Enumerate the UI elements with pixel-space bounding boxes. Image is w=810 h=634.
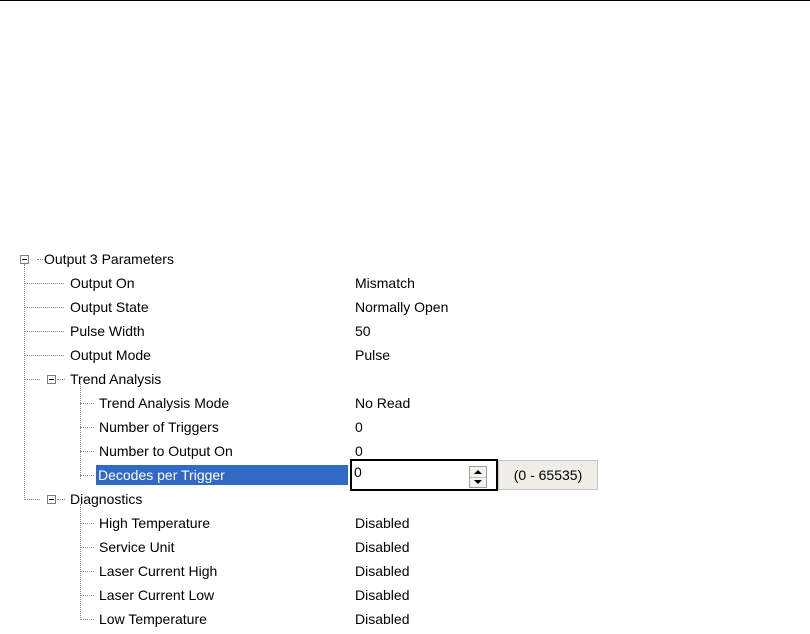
value-number-to-output-on[interactable]: 0	[355, 441, 363, 461]
tree-node-diagnostics[interactable]: Diagnostics	[70, 489, 142, 509]
tree-line	[24, 283, 64, 284]
tree-line	[80, 403, 94, 404]
tree-line	[24, 307, 64, 308]
tree-line	[80, 523, 94, 524]
tree-line-trend	[80, 384, 81, 479]
parameter-tree: Output 3 Parameters Output On Mismatch O…	[0, 0, 810, 634]
tree-item-high-temperature[interactable]: High Temperature	[99, 513, 210, 533]
tree-line	[80, 571, 94, 572]
collapse-diagnostics-icon[interactable]	[47, 495, 56, 504]
tree-line-diagnostics	[80, 504, 81, 620]
spin-down-arrow-icon	[474, 480, 482, 484]
tree-line	[24, 499, 40, 500]
tree-item-low-temperature[interactable]: Low Temperature	[99, 609, 207, 629]
decodes-per-trigger-input[interactable]	[354, 461, 464, 483]
tree-line-root	[24, 264, 25, 500]
collapse-trend-analysis-icon[interactable]	[47, 375, 56, 384]
tree-line	[57, 379, 65, 380]
value-laser-current-low[interactable]: Disabled	[355, 585, 409, 605]
tree-line	[57, 499, 65, 500]
value-output-on[interactable]: Mismatch	[355, 273, 415, 293]
value-laser-current-high[interactable]: Disabled	[355, 561, 409, 581]
tree-line	[80, 451, 94, 452]
tree-item-output-state[interactable]: Output State	[70, 297, 149, 317]
spin-control	[469, 466, 487, 488]
spin-up-arrow-icon	[474, 470, 482, 474]
value-pulse-width[interactable]: 50	[355, 321, 371, 341]
decodes-per-trigger-editor	[350, 459, 498, 491]
tree-line	[24, 355, 64, 356]
tree-item-service-unit[interactable]: Service Unit	[99, 537, 174, 557]
tree-line	[80, 619, 94, 620]
tree-item-output-on[interactable]: Output On	[70, 273, 135, 293]
tree-line	[80, 475, 94, 476]
value-trend-analysis-mode[interactable]: No Read	[355, 393, 410, 413]
spin-down-button[interactable]	[470, 477, 486, 487]
range-hint: (0 - 65535)	[498, 460, 598, 490]
collapse-root-icon[interactable]	[20, 255, 29, 264]
tree-line	[80, 427, 94, 428]
tree-line	[80, 595, 94, 596]
tree-line	[24, 379, 40, 380]
tree-line	[80, 547, 94, 548]
tree-item-laser-current-low[interactable]: Laser Current Low	[99, 585, 214, 605]
value-low-temperature[interactable]: Disabled	[355, 609, 409, 629]
tree-item-pulse-width[interactable]: Pulse Width	[70, 321, 145, 341]
value-output-state[interactable]: Normally Open	[355, 297, 448, 317]
tree-item-decodes-per-trigger[interactable]: Decodes per Trigger	[96, 465, 348, 485]
tree-item-number-to-output-on[interactable]: Number to Output On	[99, 441, 233, 461]
tree-node-output-3-parameters[interactable]: Output 3 Parameters	[44, 249, 174, 269]
value-output-mode[interactable]: Pulse	[355, 345, 390, 365]
value-service-unit[interactable]: Disabled	[355, 537, 409, 557]
value-high-temperature[interactable]: Disabled	[355, 513, 409, 533]
tree-item-laser-current-high[interactable]: Laser Current High	[99, 561, 217, 581]
tree-node-trend-analysis[interactable]: Trend Analysis	[70, 369, 161, 389]
tree-item-output-mode[interactable]: Output Mode	[70, 345, 151, 365]
tree-item-trend-analysis-mode[interactable]: Trend Analysis Mode	[99, 393, 229, 413]
value-number-of-triggers[interactable]: 0	[355, 417, 363, 437]
tree-item-number-of-triggers[interactable]: Number of Triggers	[99, 417, 219, 437]
tree-line	[24, 331, 64, 332]
